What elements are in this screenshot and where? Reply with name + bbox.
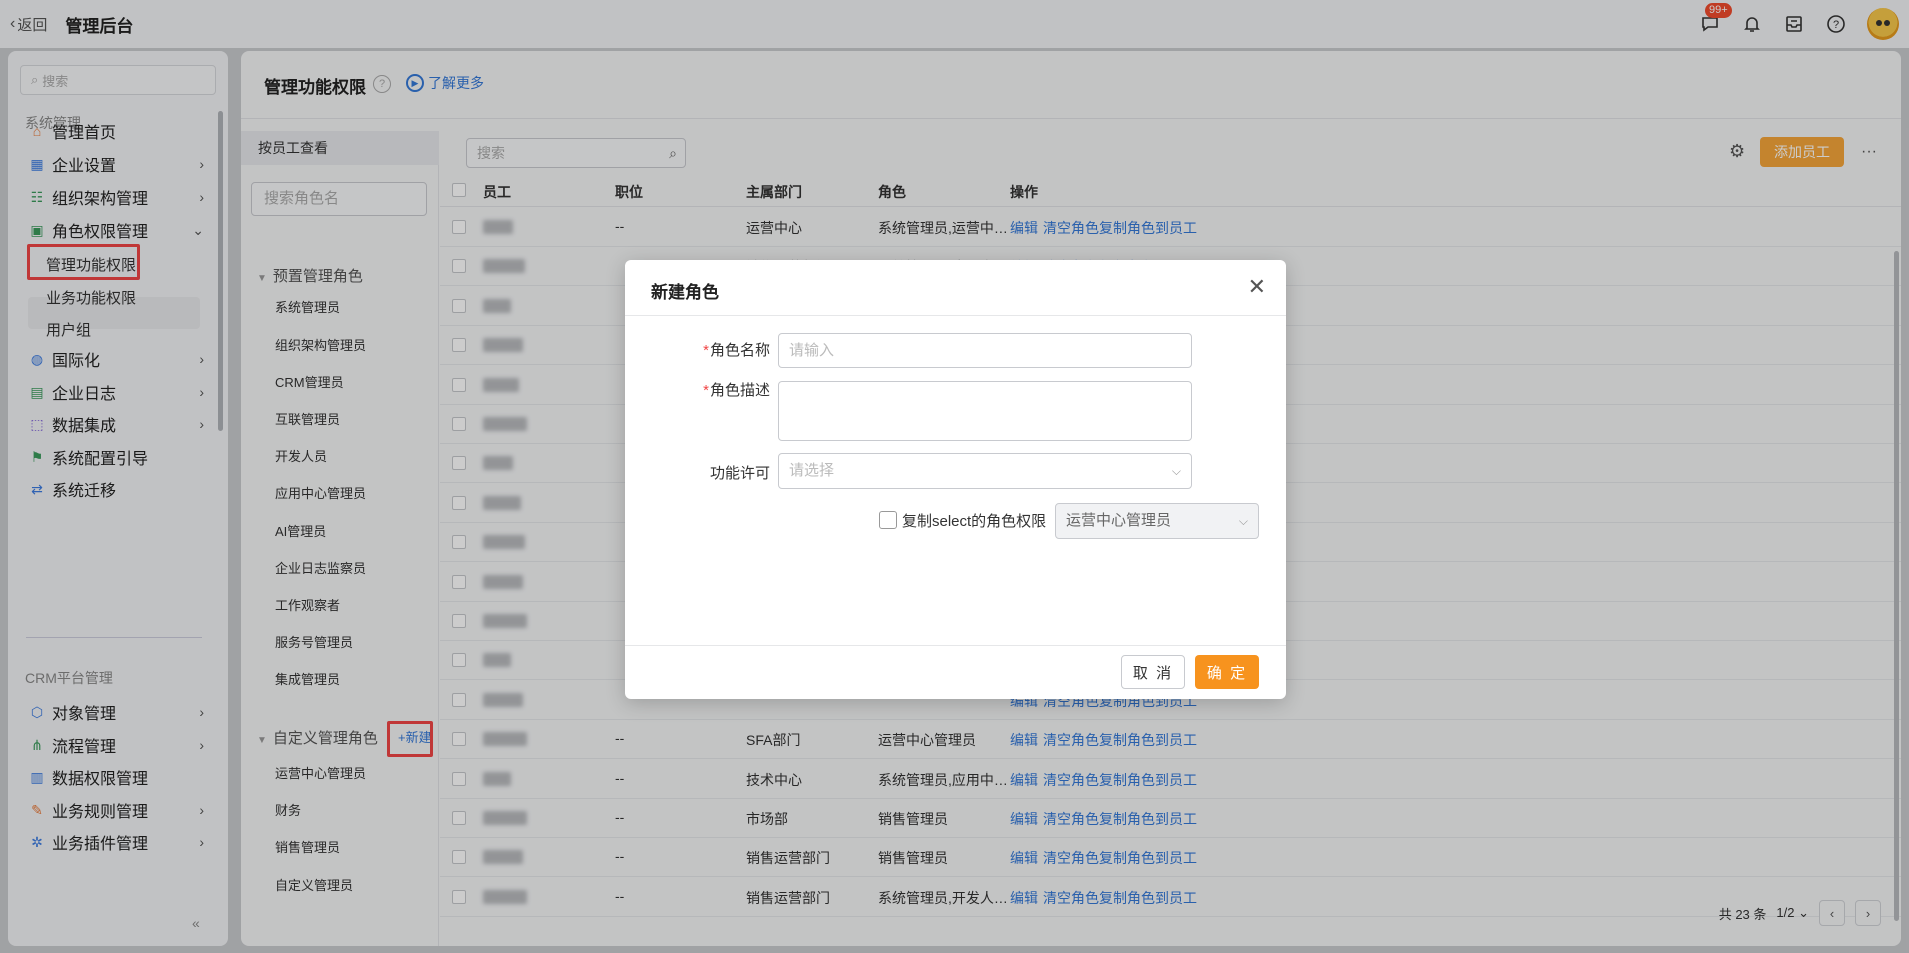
permission-label: 功能许可	[709, 465, 770, 482]
cancel-button[interactable]: 取 消	[1121, 655, 1185, 689]
confirm-button[interactable]: 确 定	[1195, 655, 1259, 689]
role-name-input[interactable]: 请输入	[778, 333, 1192, 368]
role-desc-label-text: 角色描述	[709, 382, 770, 399]
new-role-dialog: 新建角色 ✕ *角色名称 请输入 *角色描述 功能许可 请选择 ⌵ 复制sele…	[625, 260, 1286, 699]
chevron-down-icon: ⌵	[1238, 514, 1248, 528]
copy-role-value: 运营中心管理员	[1066, 512, 1172, 529]
role-desc-label: *角色描述	[703, 382, 770, 399]
role-name-label-text: 角色名称	[709, 342, 770, 359]
copy-permission-label: 复制select的角色权限	[902, 513, 1047, 530]
permission-select[interactable]: 请选择 ⌵	[778, 453, 1192, 489]
copy-role-select[interactable]: 运营中心管理员 ⌵	[1055, 503, 1259, 539]
role-desc-textarea[interactable]	[778, 381, 1192, 441]
chevron-down-icon: ⌵	[1171, 464, 1181, 478]
copy-permission-checkbox[interactable]	[879, 511, 897, 529]
close-icon[interactable]: ✕	[1248, 276, 1266, 298]
dialog-title: 新建角色	[651, 283, 719, 302]
role-name-label: *角色名称	[703, 342, 770, 359]
dialog-footer-divider	[625, 645, 1286, 646]
dialog-divider	[625, 315, 1286, 316]
permission-placeholder: 请选择	[789, 462, 835, 479]
